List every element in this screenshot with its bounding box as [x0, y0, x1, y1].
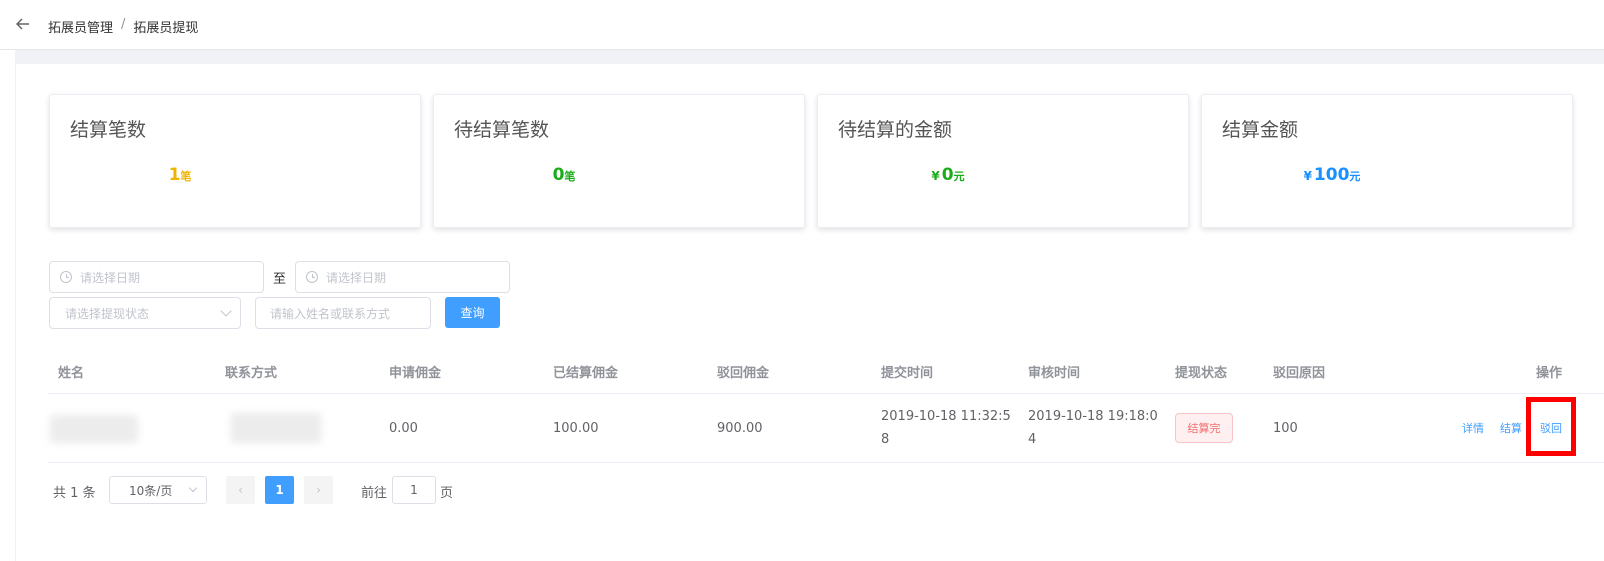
- cell-settled: 100.00: [553, 421, 599, 436]
- detail-link[interactable]: 详情: [1462, 420, 1484, 436]
- page-label: 页: [440, 486, 454, 501]
- cell-submit-time: 2019-10-18 11:32:5 8: [881, 405, 1011, 451]
- chevron-down-icon: [220, 305, 232, 317]
- page-size-select[interactable]: 10条/页: [109, 476, 207, 504]
- column-header-settled: 已结算佣金: [553, 366, 619, 381]
- breadcrumb-separator: /: [121, 17, 126, 32]
- clock-icon: [306, 271, 318, 283]
- end-date-input[interactable]: 请选择日期: [295, 261, 510, 293]
- stat-title: 待结算笔数: [454, 119, 550, 141]
- total-count: 共 1 条: [53, 486, 96, 501]
- stat-card-settled-count: 结算笔数 1笔: [49, 94, 421, 228]
- query-button[interactable]: 查询: [445, 297, 500, 328]
- cell-apply: 0.00: [389, 421, 418, 436]
- redacted-name: [50, 415, 138, 443]
- breadcrumb-item-manage[interactable]: 拓展员管理: [48, 17, 113, 36]
- stat-card-settled-amount: 结算金额 ¥100元: [1201, 94, 1573, 228]
- stat-unit: 笔: [564, 170, 576, 183]
- cell-review-time: 2019-10-18 19:18:0 4: [1028, 405, 1158, 451]
- stat-number: 0: [552, 165, 565, 185]
- column-header-submit-time: 提交时间: [881, 366, 934, 381]
- next-page-button[interactable]: ›: [304, 476, 333, 504]
- column-header-review-time: 审核时间: [1028, 366, 1081, 381]
- content-divider: [15, 50, 1604, 64]
- settle-link[interactable]: 结算: [1500, 420, 1522, 436]
- submit-time-line-1: 2019-10-18 11:32:5: [881, 409, 1011, 424]
- status-select[interactable]: 请选择提现状态: [49, 297, 241, 329]
- stat-number: 1: [168, 165, 181, 185]
- stat-title: 结算金额: [1222, 119, 1299, 141]
- column-header-actions: 操作: [1536, 366, 1563, 381]
- column-header-apply: 申请佣金: [389, 366, 442, 381]
- goto-label: 前往: [361, 486, 388, 501]
- stat-value: 0笔: [434, 165, 694, 185]
- column-header-name: 姓名: [58, 366, 85, 381]
- stat-card-pending-count: 待结算笔数 0笔: [433, 94, 805, 228]
- chevron-down-icon: [188, 483, 198, 493]
- stat-unit: 元: [953, 170, 965, 183]
- redacted-contact: [231, 413, 321, 443]
- review-time-line-2: 4: [1028, 432, 1037, 447]
- date-range-separator: 至: [273, 272, 287, 287]
- search-placeholder: 请输入姓名或联系方式: [270, 306, 391, 321]
- stat-currency: ¥: [1303, 169, 1312, 183]
- stat-currency: ¥: [931, 169, 940, 183]
- status-badge: 结算完: [1175, 413, 1233, 443]
- cell-reason: 100: [1273, 421, 1298, 436]
- clock-icon: [60, 271, 72, 283]
- column-header-contact: 联系方式: [225, 366, 278, 381]
- column-header-rejected: 驳回佣金: [717, 366, 770, 381]
- goto-page-input[interactable]: 1: [392, 476, 436, 504]
- page-button-1[interactable]: 1: [265, 476, 294, 504]
- cell-rejected: 900.00: [717, 421, 763, 436]
- stat-value: ¥0元: [818, 165, 1078, 185]
- stat-title: 待结算的金额: [838, 119, 953, 141]
- stat-number: 100: [1313, 165, 1350, 185]
- stat-value: ¥100元: [1202, 165, 1462, 185]
- review-time-line-1: 2019-10-18 19:18:0: [1028, 409, 1158, 424]
- back-arrow-icon[interactable]: [14, 15, 32, 33]
- column-header-reason: 驳回原因: [1273, 366, 1326, 381]
- breadcrumb-item-withdraw: 拓展员提现: [133, 21, 199, 36]
- highlight-box: [1526, 397, 1576, 456]
- status-placeholder: 请选择提现状态: [65, 306, 150, 321]
- table-row: 0.00 100.00 900.00 2019-10-18 11:32:5 8 …: [48, 395, 1604, 463]
- start-date-input[interactable]: 请选择日期: [49, 261, 264, 293]
- stat-card-pending-amount: 待结算的金额 ¥0元: [817, 94, 1189, 228]
- stat-title: 结算笔数: [70, 119, 147, 141]
- stat-unit: 笔: [180, 170, 192, 183]
- stat-value: 1笔: [50, 165, 310, 185]
- end-date-placeholder: 请选择日期: [326, 270, 387, 285]
- stat-unit: 元: [1349, 170, 1361, 183]
- search-input[interactable]: 请输入姓名或联系方式: [255, 297, 431, 329]
- prev-page-button[interactable]: ‹: [226, 476, 255, 504]
- submit-time-line-2: 8: [881, 432, 890, 447]
- start-date-placeholder: 请选择日期: [80, 270, 141, 285]
- table-header: 姓名 联系方式 申请佣金 已结算佣金 驳回佣金 提交时间 审核时间 提现状态 驳…: [48, 350, 1604, 394]
- column-header-status: 提现状态: [1175, 366, 1228, 381]
- top-bar: 拓展员管理 / 拓展员提现: [0, 0, 1604, 50]
- page-size-value: 10条/页: [129, 483, 173, 498]
- stat-number: 0: [941, 165, 954, 185]
- breadcrumb: 拓展员管理 / 拓展员提现: [48, 17, 198, 36]
